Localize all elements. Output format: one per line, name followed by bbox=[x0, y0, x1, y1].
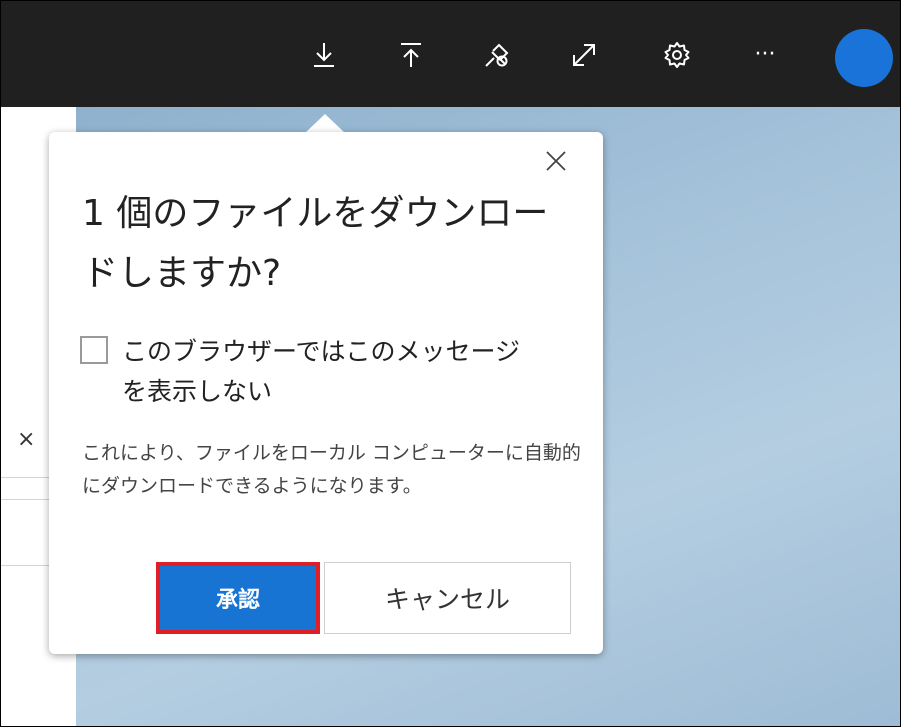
dont-show-again-checkbox[interactable] bbox=[80, 336, 108, 364]
download-icon[interactable] bbox=[310, 41, 338, 69]
dont-show-again-label[interactable]: このブラウザーではこのメッセージを表示しない bbox=[122, 332, 542, 412]
pin-off-icon[interactable] bbox=[483, 41, 511, 69]
cancel-button[interactable]: キャンセル bbox=[324, 562, 571, 634]
left-panel-close-icon[interactable]: × bbox=[17, 429, 35, 451]
upload-icon[interactable] bbox=[397, 41, 425, 69]
avatar[interactable] bbox=[835, 29, 893, 87]
more-icon[interactable]: ··· bbox=[751, 41, 779, 69]
expand-icon[interactable] bbox=[570, 41, 598, 69]
dialog-title: 1 個のファイルをダウンロードしますか? bbox=[82, 193, 549, 294]
dialog-pointer bbox=[305, 114, 345, 133]
browser-window: × ··· 1 個のファイルをダウンロードしますか? このブラウザーではこのメッ… bbox=[0, 0, 901, 727]
dialog-description: これにより、ファイルをローカル コンピューターに自動的にダウンロードできるように… bbox=[82, 442, 581, 497]
close-icon[interactable] bbox=[543, 148, 569, 174]
settings-gear-icon[interactable] bbox=[663, 41, 691, 69]
download-confirm-dialog: 1 個のファイルをダウンロードしますか? このブラウザーではこのメッセージを表示… bbox=[49, 132, 603, 654]
approve-button[interactable]: 承認 bbox=[156, 562, 320, 634]
browser-toolbar: ··· bbox=[1, 1, 900, 107]
